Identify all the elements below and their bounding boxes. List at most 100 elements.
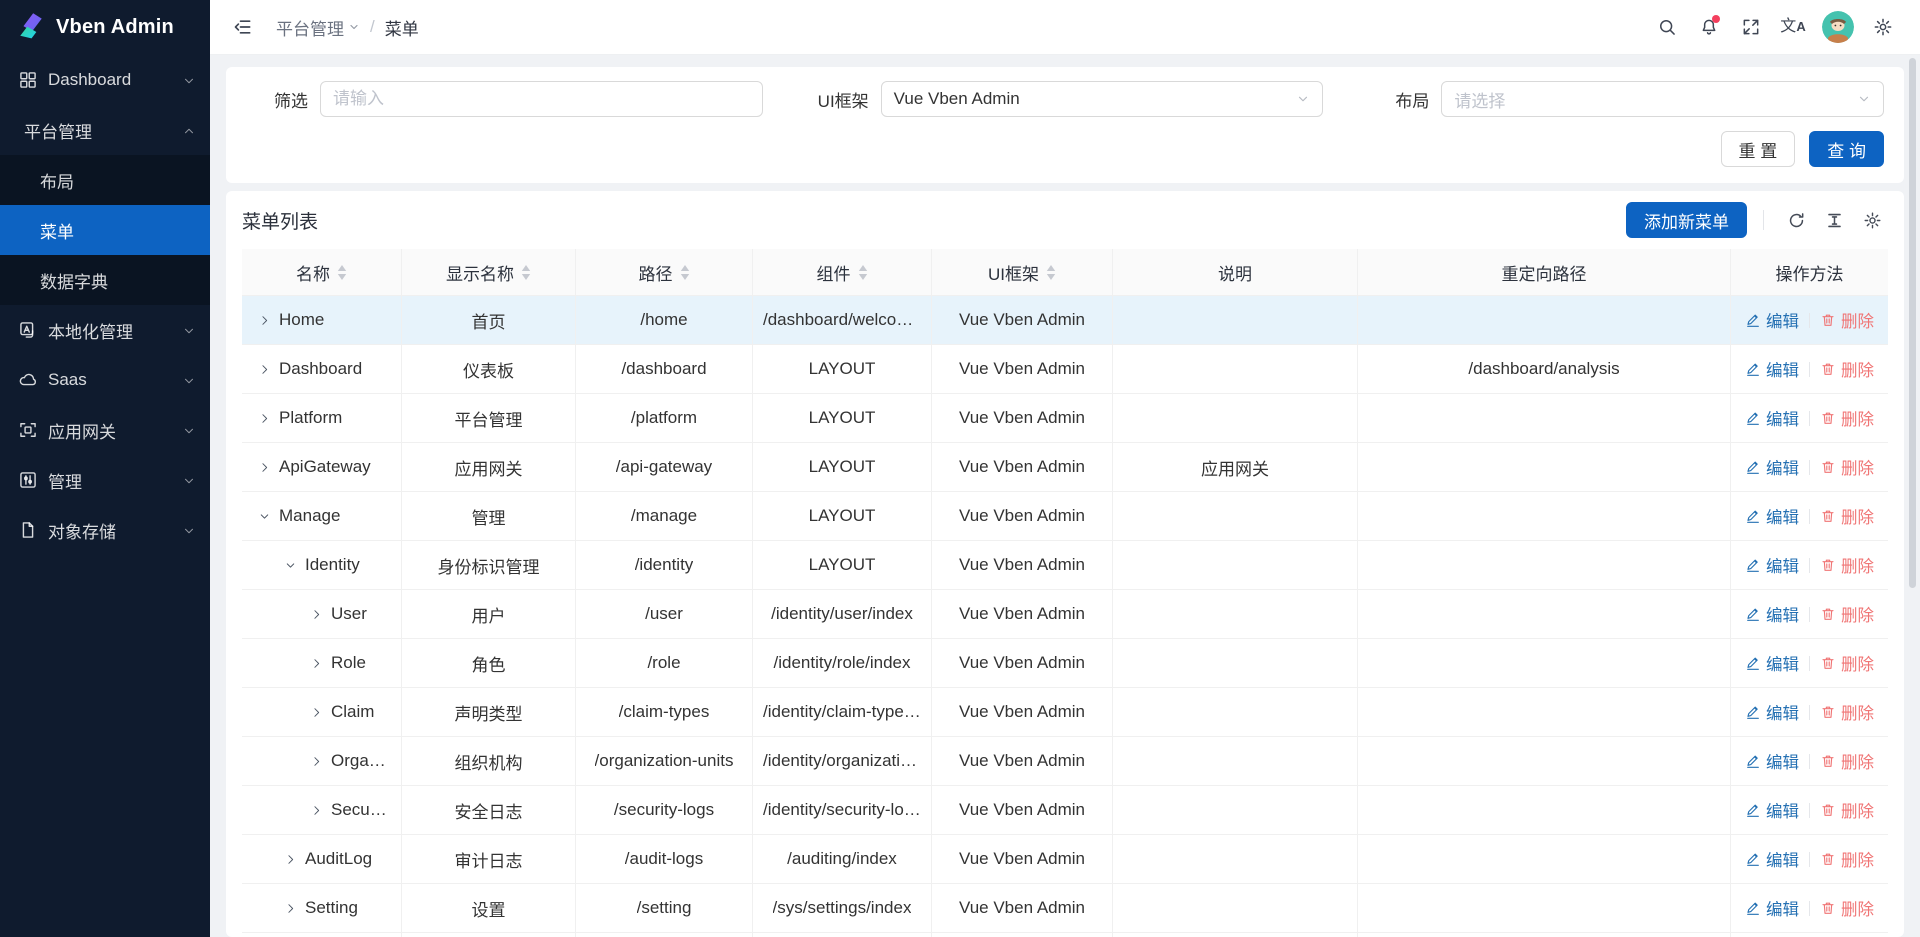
ui-framework-select[interactable]: Vue Vben Admin (881, 81, 1324, 117)
sidebar-subitem-菜单[interactable]: 菜单 (0, 205, 210, 255)
translate-icon[interactable]: 文A (1776, 10, 1810, 44)
name-cell: Platform (242, 394, 402, 443)
table-settings-gear-icon[interactable] (1856, 204, 1888, 236)
delete-button[interactable]: 删除 (1820, 700, 1874, 724)
delete-button[interactable]: 删除 (1820, 308, 1874, 332)
tree-expand-icon[interactable] (310, 706, 323, 719)
tree-expand-icon[interactable] (310, 804, 323, 817)
sidebar-subitem-label: 数据字典 (40, 268, 196, 293)
sort-icon[interactable] (858, 265, 868, 280)
menu-name: Platform (279, 408, 342, 428)
delete-button[interactable]: 删除 (1820, 455, 1874, 479)
delete-button[interactable]: 删除 (1820, 602, 1874, 626)
layout-select[interactable]: 请选择 (1441, 81, 1884, 117)
refresh-icon[interactable] (1780, 204, 1812, 236)
actions-cell: 编辑删除 (1731, 394, 1888, 443)
sidebar-item-应用网关[interactable]: 应用网关 (0, 405, 210, 455)
menu-fold-icon[interactable] (226, 10, 260, 44)
path-cell: /setting (576, 884, 753, 933)
column-header-UI框架[interactable]: UI框架 (932, 249, 1113, 296)
description-cell (1113, 492, 1358, 541)
ui-framework-cell: Vue Vben Admin (932, 394, 1113, 443)
sidebar-subitem-数据字典[interactable]: 数据字典 (0, 255, 210, 305)
grid-icon (18, 70, 38, 90)
bell-icon[interactable] (1692, 10, 1726, 44)
delete-button[interactable]: 删除 (1820, 896, 1874, 920)
component-cell: LAYOUT (753, 394, 932, 443)
sidebar-item-Dashboard[interactable]: Dashboard (0, 55, 210, 105)
menu-name: Setting (305, 898, 358, 918)
delete-button[interactable]: 删除 (1820, 651, 1874, 675)
chevron-down-icon (1857, 92, 1871, 106)
tree-expand-icon[interactable] (310, 755, 323, 768)
sidebar-item-对象存储[interactable]: 对象存储 (0, 505, 210, 555)
edit-button[interactable]: 编辑 (1745, 651, 1799, 675)
tree-collapse-icon[interactable] (258, 510, 271, 523)
column-header-路径[interactable]: 路径 (576, 249, 753, 296)
column-header-组件[interactable]: 组件 (753, 249, 932, 296)
column-header-名称[interactable]: 名称 (242, 249, 402, 296)
avatar[interactable] (1822, 11, 1854, 43)
edit-button[interactable]: 编辑 (1745, 357, 1799, 381)
tree-expand-icon[interactable] (258, 314, 271, 327)
column-header-显示名称[interactable]: 显示名称 (402, 249, 576, 296)
edit-button[interactable]: 编辑 (1745, 406, 1799, 430)
delete-button[interactable]: 删除 (1820, 357, 1874, 381)
query-button[interactable]: 查 询 (1809, 131, 1884, 167)
vertical-scrollbar[interactable] (1909, 58, 1916, 588)
component-cell: /identity/organization-u... (753, 737, 932, 786)
sidebar-item-管理[interactable]: 管理 (0, 455, 210, 505)
breadcrumb-platform[interactable]: 平台管理 (276, 15, 360, 40)
edit-button[interactable]: 编辑 (1745, 847, 1799, 871)
tree-expand-icon[interactable] (258, 412, 271, 425)
tree-expand-icon[interactable] (310, 657, 323, 670)
edit-button[interactable]: 编辑 (1745, 504, 1799, 528)
fullscreen-icon[interactable] (1734, 10, 1768, 44)
trash-icon (1820, 802, 1836, 818)
edit-button[interactable]: 编辑 (1745, 798, 1799, 822)
edit-button[interactable]: 编辑 (1745, 602, 1799, 626)
row-height-icon[interactable] (1818, 204, 1850, 236)
tree-expand-icon[interactable] (258, 363, 271, 376)
edit-button[interactable]: 编辑 (1745, 455, 1799, 479)
sort-icon[interactable] (521, 265, 531, 280)
filter-input[interactable] (333, 89, 750, 109)
delete-button[interactable]: 删除 (1820, 504, 1874, 528)
reset-button[interactable]: 重 置 (1721, 131, 1796, 167)
edit-pencil-icon (1745, 557, 1761, 573)
ui-framework-label: UI框架 (807, 87, 869, 112)
sort-icon[interactable] (1046, 265, 1056, 280)
gear-icon[interactable] (1866, 10, 1900, 44)
sidebar-item-本地化管理[interactable]: 本地化管理 (0, 305, 210, 355)
add-menu-button[interactable]: 添加新菜单 (1626, 202, 1747, 238)
delete-button[interactable]: 删除 (1820, 847, 1874, 871)
delete-button[interactable]: 删除 (1820, 749, 1874, 773)
edit-pencil-icon (1745, 655, 1761, 671)
sort-icon[interactable] (337, 265, 347, 280)
logo[interactable]: Vben Admin (0, 0, 210, 55)
sort-icon[interactable] (680, 265, 690, 280)
edit-button[interactable]: 编辑 (1745, 700, 1799, 724)
tree-expand-icon[interactable] (284, 902, 297, 915)
edit-button[interactable]: 编辑 (1745, 749, 1799, 773)
tree-expand-icon[interactable] (310, 608, 323, 621)
delete-button[interactable]: 删除 (1820, 553, 1874, 577)
sidebar-item-Saas[interactable]: Saas (0, 355, 210, 405)
menu-name: Security... (331, 800, 391, 820)
edit-button[interactable]: 编辑 (1745, 308, 1799, 332)
sidebar-item-平台管理[interactable]: 平台管理 (0, 105, 210, 155)
delete-button[interactable]: 删除 (1820, 798, 1874, 822)
tree-collapse-icon[interactable] (284, 559, 297, 572)
sidebar-subitem-布局[interactable]: 布局 (0, 155, 210, 205)
edit-button[interactable]: 编辑 (1745, 553, 1799, 577)
trash-icon (1820, 753, 1836, 769)
edit-button[interactable]: 编辑 (1745, 896, 1799, 920)
delete-button[interactable]: 删除 (1820, 406, 1874, 430)
search-icon[interactable] (1650, 10, 1684, 44)
tree-expand-icon[interactable] (284, 853, 297, 866)
filter-input-wrap[interactable] (320, 81, 763, 117)
ui-framework-cell: Vue Vben Admin (932, 345, 1113, 394)
table-row-Claim: Claim声明类型/claim-types/identity/claim-typ… (242, 688, 1888, 737)
tree-expand-icon[interactable] (258, 461, 271, 474)
menu-name: Home (279, 310, 324, 330)
